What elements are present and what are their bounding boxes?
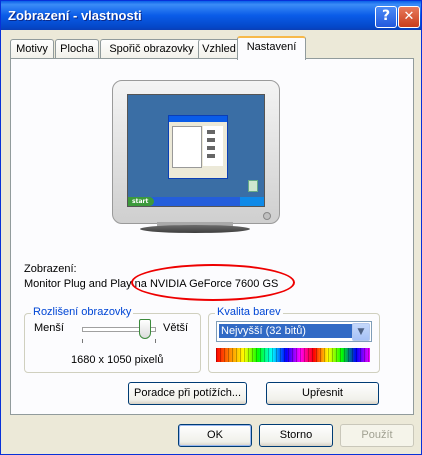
close-button[interactable]: ✕ [398, 6, 420, 28]
tab-appearance[interactable]: Vzhled [198, 39, 240, 58]
tab-settings[interactable]: Nastavení [237, 36, 306, 60]
monitor-preview: start [112, 80, 280, 233]
slider-ticks [82, 339, 156, 343]
monitor-base [140, 225, 250, 233]
monitor-bezel: start [112, 80, 280, 224]
resolution-label: Rozlišení obrazovky [31, 306, 134, 318]
resolution-value: 1680 x 1050 pixelů [71, 354, 164, 366]
ok-button[interactable]: OK [178, 424, 252, 447]
resolution-more-label: Větší [163, 322, 189, 334]
cancel-button[interactable]: Storno [259, 424, 333, 447]
chevron-down-icon[interactable]: ▼ [352, 323, 370, 341]
display-properties-window: Zobrazení - vlastnosti ? ✕ Motivy Plocha… [0, 0, 422, 455]
color-quality-select[interactable]: Nejvyšší (32 bitů) ▼ [216, 321, 372, 342]
red-annotation-ellipse [131, 264, 295, 301]
title-bar[interactable]: Zobrazení - vlastnosti ? ✕ [1, 1, 421, 30]
preview-dialog [168, 115, 228, 179]
apply-button[interactable]: Použít [340, 424, 414, 447]
close-icon: ✕ [403, 9, 415, 24]
resolution-slider-thumb[interactable] [139, 319, 151, 339]
color-quality-value: Nejvyšší (32 bitů) [219, 324, 353, 338]
tab-themes[interactable]: Motivy [10, 39, 54, 58]
display-heading: Zobrazení: [24, 263, 77, 275]
advanced-button[interactable]: Upřesnit [266, 382, 379, 405]
color-spectrum-bar [216, 348, 370, 362]
preview-taskbar: start [128, 197, 264, 206]
troubleshoot-button[interactable]: Poradce při potížích... [128, 382, 247, 405]
window-title: Zobrazení - vlastnosti [8, 8, 142, 23]
help-icon: ? [381, 8, 391, 24]
help-button[interactable]: ? [375, 6, 397, 28]
color-quality-label: Kvalita barev [215, 306, 283, 318]
tab-screensaver[interactable]: Spořič obrazovky [100, 39, 203, 58]
resolution-less-label: Menší [34, 322, 64, 334]
monitor-power-icon [263, 212, 271, 220]
preview-start-button: start [128, 197, 154, 206]
monitor-screen: start [127, 94, 265, 207]
preview-tray [240, 197, 264, 206]
tab-desktop[interactable]: Plocha [55, 39, 99, 58]
recycle-bin-icon [248, 180, 258, 192]
